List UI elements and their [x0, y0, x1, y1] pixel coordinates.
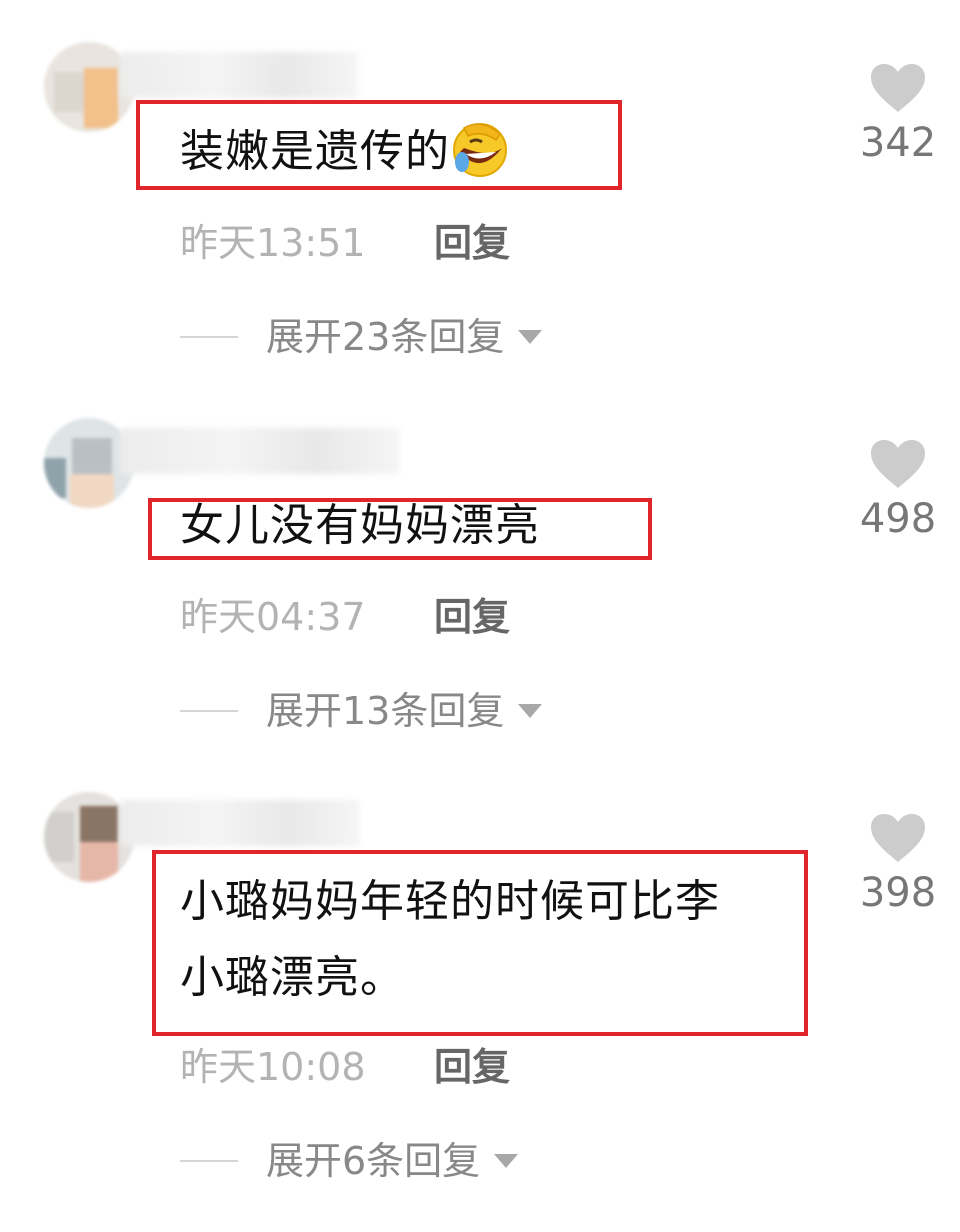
comment-text: 小璐漂亮。	[180, 946, 405, 1010]
comment-text-line2: 小璐漂亮。	[180, 952, 405, 1003]
comment-time: 昨天10:08	[180, 1045, 366, 1089]
comment-text: 小璐妈妈年轻的时候可比李	[180, 870, 720, 934]
username-blurred[interactable]	[120, 800, 360, 846]
reply-button[interactable]: 回复	[434, 1042, 510, 1092]
like-count: 398	[859, 870, 937, 916]
heart-icon[interactable]	[869, 812, 927, 864]
comment-text-line1: 小璐妈妈年轻的时候可比李	[180, 876, 720, 927]
divider-line	[180, 1160, 238, 1162]
comment-meta: 昨天10:08 回复	[180, 1042, 510, 1092]
expand-replies-label[interactable]: 展开6条回复	[266, 1136, 519, 1186]
expand-replies-text: 展开6条回复	[266, 1139, 481, 1183]
triangle-down-icon	[494, 1154, 519, 1168]
like-control: 398	[858, 812, 938, 918]
comment-item: 小璐妈妈年轻的时候可比李 小璐漂亮。 昨天10:08 回复 展开6条回复 398	[0, 0, 960, 1232]
